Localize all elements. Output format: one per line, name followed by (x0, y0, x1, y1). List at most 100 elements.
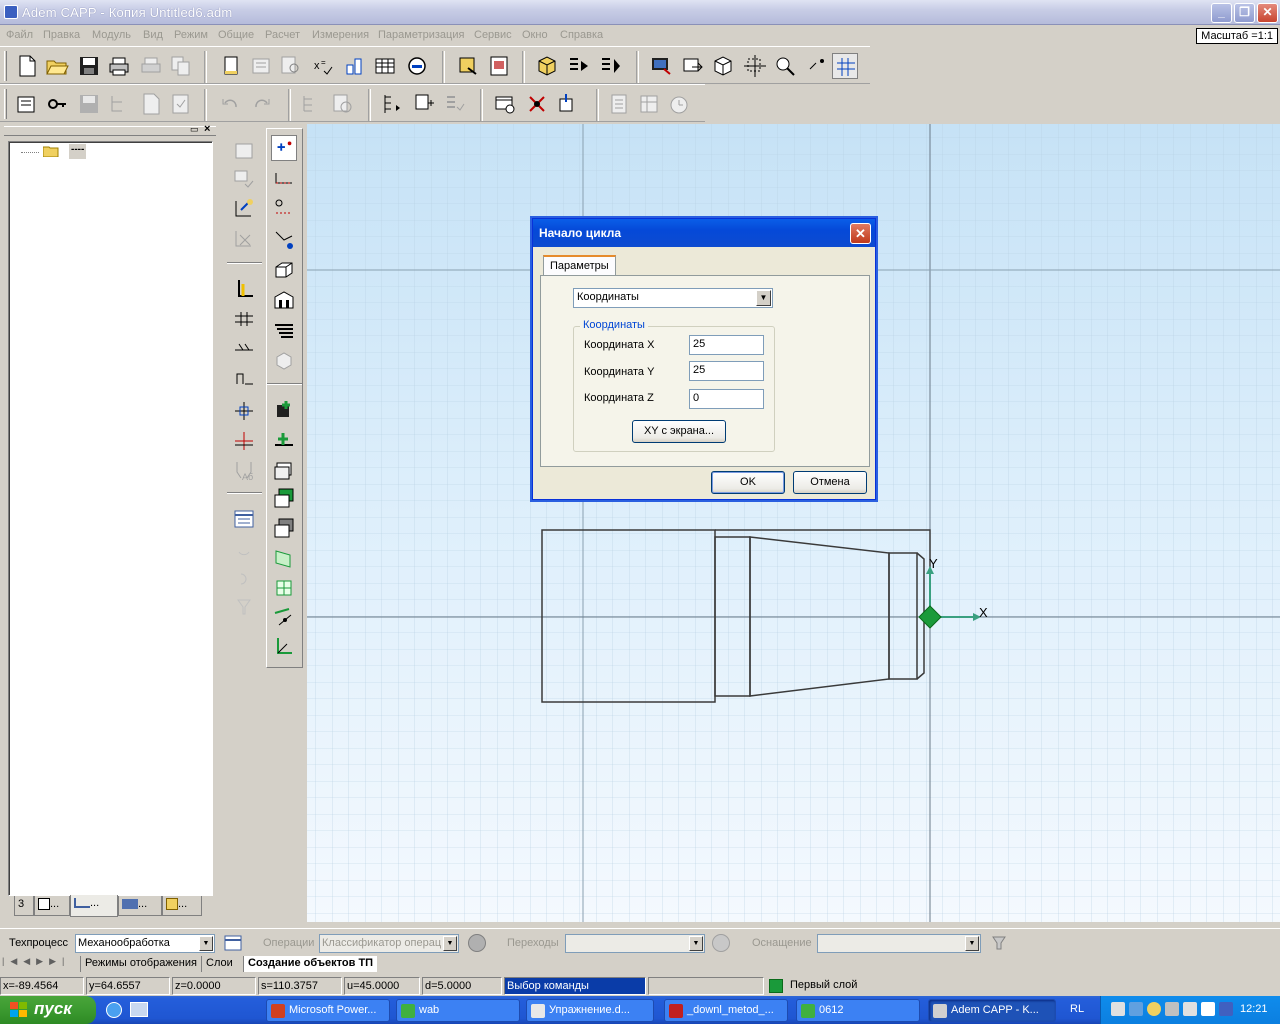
chart-icon[interactable] (342, 53, 368, 79)
plane-icon[interactable] (271, 545, 297, 571)
menu-mode[interactable]: Режим (174, 29, 208, 41)
mode-select[interactable]: Координаты ▼ (573, 288, 773, 308)
security-icon[interactable] (1147, 1002, 1161, 1016)
process-select[interactable]: Механообработка ▼ (75, 934, 215, 953)
task-exercise-doc[interactable]: Упражнение.d... (526, 999, 654, 1022)
blank-sheet-icon[interactable] (231, 138, 257, 164)
panel-tab-checklist[interactable]: ... (34, 896, 70, 916)
menu-measure[interactable]: Измерения (312, 29, 369, 41)
arc-disabled-icon[interactable] (231, 536, 257, 562)
menu-view[interactable]: Вид (143, 29, 163, 41)
stop-icon[interactable] (404, 53, 430, 79)
tab-create-objects[interactable]: Создание объектов ТП (243, 956, 378, 972)
menu-help[interactable]: Справка (560, 29, 603, 41)
bore-tool-icon[interactable] (231, 366, 257, 392)
redo-icon[interactable] (248, 91, 274, 117)
zoom-icon[interactable] (772, 53, 798, 79)
minimize-button[interactable]: _ (1211, 3, 1232, 23)
panel-tab-tools[interactable]: ... (118, 896, 162, 916)
undo-icon[interactable] (218, 91, 244, 117)
desktop-quicklaunch-icon[interactable] (130, 1002, 148, 1017)
volume-icon[interactable] (1183, 1002, 1197, 1016)
database-icon[interactable] (456, 53, 482, 79)
chevron-down-icon[interactable]: ▼ (199, 936, 213, 951)
approach-icon[interactable] (271, 195, 297, 221)
open-folder-icon[interactable] (44, 53, 70, 79)
transitions-select[interactable]: ▼ (565, 934, 705, 953)
task-0612[interactable]: 0612 (796, 999, 920, 1022)
page-disabled-icon[interactable] (138, 91, 164, 117)
building-tool-icon[interactable] (271, 287, 297, 313)
stack-icon[interactable] (271, 457, 297, 483)
antivirus-icon[interactable] (1219, 1002, 1233, 1016)
monitor-icon[interactable] (648, 53, 674, 79)
equipment-select[interactable]: ▼ (817, 934, 981, 953)
select-star-icon[interactable] (231, 196, 257, 222)
transform-icon[interactable] (742, 53, 768, 79)
list-arrow-icon[interactable] (566, 53, 592, 79)
check-list-icon[interactable] (442, 91, 468, 117)
coord-y-input[interactable]: 25 (689, 361, 764, 381)
maximize-button[interactable]: ❐ (1234, 3, 1255, 23)
screen-calc-icon[interactable] (492, 91, 518, 117)
thread-tool-icon[interactable] (231, 336, 257, 362)
tree-disabled-icon[interactable] (106, 91, 132, 117)
cycle-start-icon[interactable] (271, 135, 297, 161)
ucs-icon[interactable] (271, 633, 297, 659)
chevron-down-icon[interactable]: ▼ (443, 936, 457, 951)
delete-tool-icon[interactable] (524, 91, 550, 117)
document-icon[interactable] (248, 53, 274, 79)
grid-sheet-icon[interactable] (636, 91, 662, 117)
face-tool-icon[interactable] (231, 276, 257, 302)
stack-gray-icon[interactable] (271, 515, 297, 541)
menu-common[interactable]: Общие (218, 29, 254, 41)
copy-list-icon[interactable] (412, 91, 438, 117)
tab-parameters[interactable]: Параметры (543, 255, 616, 276)
snap-icon[interactable] (804, 53, 830, 79)
properties-icon[interactable] (14, 91, 40, 117)
curve-disabled-icon[interactable] (231, 566, 257, 592)
operations-select[interactable]: Классификатор операц ▼ (319, 934, 459, 953)
check-sheet-icon[interactable] (231, 166, 257, 192)
panel-tab-db[interactable]: ... (162, 896, 202, 916)
task-wab[interactable]: wab (396, 999, 520, 1022)
check-disabled-icon[interactable] (168, 91, 194, 117)
panel-tab-tree[interactable]: ... (70, 895, 118, 917)
filter-disabled-icon[interactable] (231, 594, 257, 620)
dialog-title[interactable]: Начало цикла (533, 219, 875, 247)
cycle-end-icon[interactable] (271, 165, 297, 191)
tab-layers[interactable]: Слои (201, 956, 237, 972)
task-powerpoint[interactable]: Microsoft Power... (266, 999, 390, 1022)
grid-icon[interactable] (832, 53, 858, 79)
point-tool-icon[interactable] (231, 428, 257, 454)
chevron-down-icon[interactable]: ▼ (689, 936, 703, 951)
close-button[interactable]: ✕ (1257, 3, 1278, 23)
report-icon[interactable] (486, 53, 512, 79)
layers-tool-icon[interactable] (271, 317, 297, 343)
tool-holder-icon[interactable] (554, 91, 580, 117)
save-icon[interactable] (76, 53, 102, 79)
ok-button[interactable]: OK (711, 471, 785, 494)
export-icon[interactable] (680, 53, 706, 79)
formula-icon[interactable]: x = (310, 53, 336, 79)
transitions-action-icon[interactable] (712, 934, 730, 952)
toolbar-grip[interactable] (4, 89, 7, 119)
sort-icon[interactable] (380, 91, 406, 117)
axis-green-icon[interactable] (271, 427, 297, 453)
menu-file[interactable]: Файл (6, 29, 33, 41)
toolbar-grip[interactable] (4, 51, 7, 81)
sheet-icon[interactable] (606, 91, 632, 117)
task-adem-capp[interactable]: Adem CAPP - K... (928, 999, 1056, 1022)
chevron-down-icon[interactable]: ▼ (756, 290, 771, 306)
menu-service[interactable]: Сервис (474, 29, 512, 41)
browser-quicklaunch-icon[interactable] (106, 1002, 122, 1018)
panel-close-icon[interactable]: × (204, 124, 214, 136)
new-file-icon[interactable] (14, 53, 40, 79)
groove-tool-icon[interactable] (231, 306, 257, 332)
operations-action-icon[interactable] (468, 934, 486, 952)
timer-icon[interactable] (666, 91, 692, 117)
preview-icon[interactable] (330, 91, 356, 117)
tab-scroll-arrows[interactable]: |◀◀▶▶| (2, 956, 78, 972)
run-list-icon[interactable] (598, 53, 624, 79)
coord-z-input[interactable]: 0 (689, 389, 764, 409)
